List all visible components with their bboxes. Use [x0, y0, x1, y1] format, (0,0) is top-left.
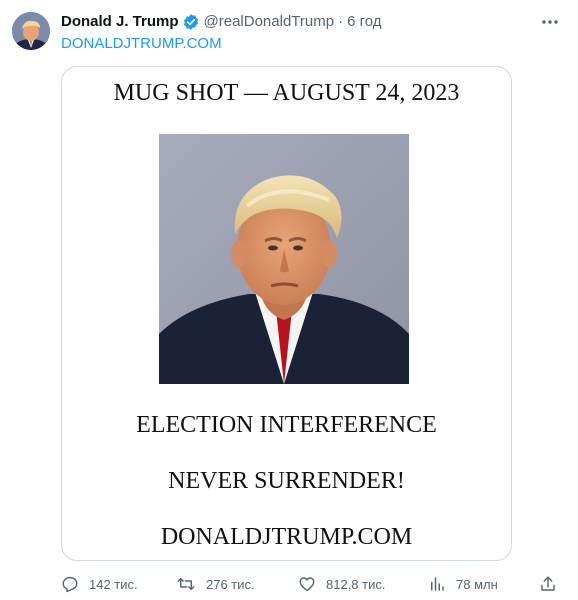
tweet-timestamp[interactable]: 6 год [347, 12, 381, 32]
reply-count: 142 тис. [89, 576, 138, 592]
mugshot-photo[interactable] [159, 134, 409, 384]
views-chart-icon [428, 575, 446, 593]
media-title: MUG SHOT — AUGUST 24, 2023 [113, 80, 460, 106]
views-button[interactable]: 78 млн [428, 572, 498, 596]
tweet-header: Donald J. Trump @realDonaldTrump · 6 год [61, 11, 382, 33]
retweet-count: 276 тис. [206, 576, 255, 592]
media-line-never-surrender: NEVER SURRENDER! [168, 468, 405, 494]
tweet-media-card[interactable]: MUG SHOT — AUGUST 24, 2023 ELECTION INTE… [61, 66, 512, 561]
tweet[interactable]: Donald J. Trump @realDonaldTrump · 6 год… [0, 0, 578, 600]
share-button[interactable] [539, 572, 557, 596]
media-line-election-interference: ELECTION INTERFERENCE [136, 412, 437, 438]
separator-dot: · [338, 13, 344, 30]
tweet-actions: 142 тис. 276 тис. 812,8 тис. 78 млн [61, 572, 561, 596]
reply-icon [61, 575, 79, 593]
verified-badge-icon[interactable] [182, 13, 200, 31]
retweet-icon [176, 575, 196, 593]
share-icon [539, 575, 557, 593]
heart-icon [298, 575, 316, 593]
reply-button[interactable]: 142 тис. [61, 572, 138, 596]
tweet-link[interactable]: DONALDJTRUMP.COM [61, 34, 222, 54]
views-count: 78 млн [456, 576, 498, 592]
avatar[interactable] [12, 12, 50, 50]
like-button[interactable]: 812,8 тис. [298, 572, 385, 596]
author-handle[interactable]: @realDonaldTrump [204, 12, 335, 32]
retweet-button[interactable]: 276 тис. [176, 572, 255, 596]
more-icon[interactable] [540, 14, 560, 30]
like-count: 812,8 тис. [326, 576, 386, 592]
author-name[interactable]: Donald J. Trump [61, 12, 179, 32]
media-line-website: DONALDJTRUMP.COM [160, 524, 413, 550]
